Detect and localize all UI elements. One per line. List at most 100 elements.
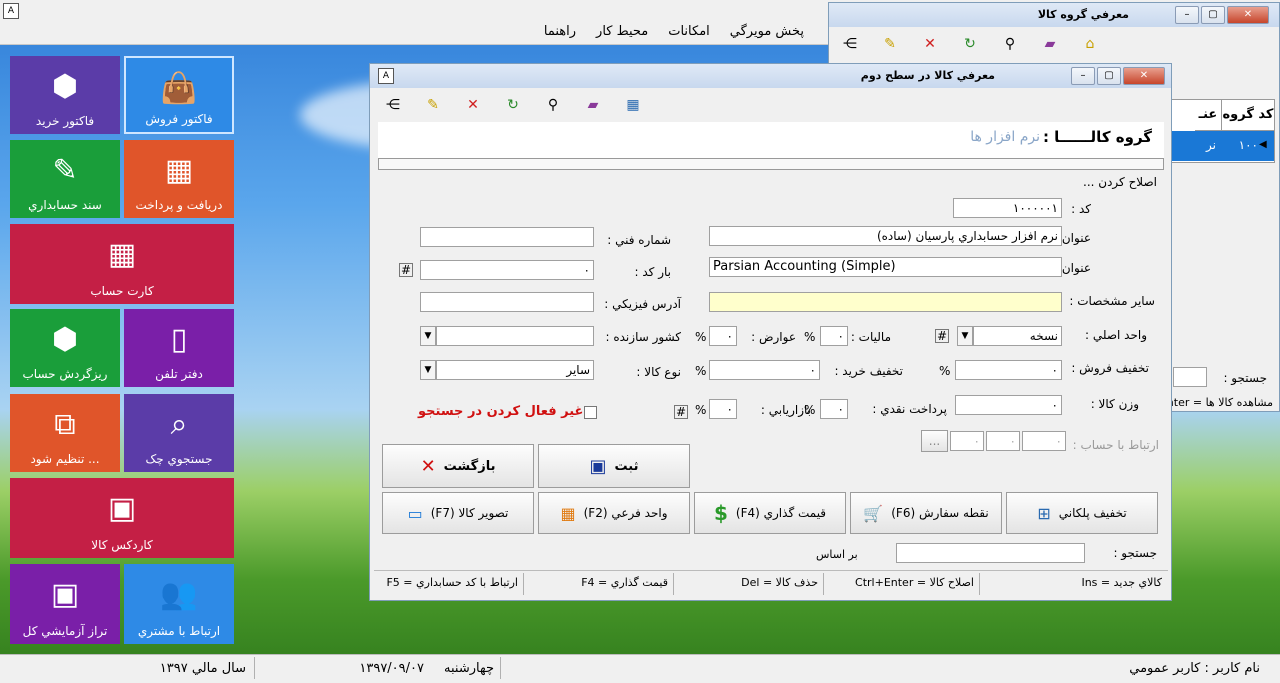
barcode-label: بار کد : bbox=[634, 265, 671, 279]
title-input[interactable]: نرم افزار حسابداري پارسيان (ساده) bbox=[709, 226, 1062, 246]
grid-icon[interactable]: ▦ bbox=[624, 96, 642, 114]
weight-label: وزن کالا : bbox=[1090, 397, 1139, 411]
item-type-select[interactable]: ساير bbox=[436, 360, 594, 380]
menu-item-workspace[interactable]: محيط کار bbox=[596, 24, 648, 39]
close-button[interactable]: ✕ bbox=[1227, 6, 1269, 24]
tile-cheque-search[interactable]: ⌕ جستجوي چک bbox=[124, 394, 234, 472]
tiered-discount-button[interactable]: تخفيف پلکاني ⊞ bbox=[1006, 492, 1158, 534]
folder-icon[interactable]: ⌂ bbox=[1081, 35, 1099, 53]
item-define-window: A معرفي کالا در سطح دوم – ▢ ✕ ⋲ ✎ ✕ ↻ ⚲ … bbox=[369, 63, 1172, 601]
country-select[interactable] bbox=[436, 326, 594, 346]
maximize-button[interactable]: ▢ bbox=[1201, 6, 1225, 24]
tile-purchase-invoice[interactable]: ⬢ فاکتور خريد bbox=[10, 56, 120, 134]
tile-sales-invoice[interactable]: 👜 فاکتور فروش bbox=[124, 56, 234, 134]
edit-document-icon: ✎ bbox=[52, 153, 78, 188]
pencil-icon[interactable]: ✎ bbox=[424, 96, 442, 114]
group-search-input[interactable] bbox=[1173, 367, 1207, 387]
delete-icon[interactable]: ✕ bbox=[464, 96, 482, 114]
group-table: کد گروه عنـ ۱۰۰ نر bbox=[1169, 99, 1275, 163]
maximize-button[interactable]: ▢ bbox=[1097, 67, 1121, 85]
book-icon[interactable]: ▰ bbox=[1041, 35, 1059, 53]
tile-trial-balance[interactable]: ▣ تراز آزمايشي کل bbox=[10, 564, 120, 644]
account-link-input-1[interactable]: ۰ bbox=[1022, 431, 1066, 451]
calculator-icon: ▦ bbox=[164, 153, 194, 188]
disable-search-checkbox[interactable] bbox=[584, 406, 597, 419]
close-button[interactable]: ✕ bbox=[1123, 67, 1165, 85]
status-fiscal-year: سال مالي ۱۳۹۷ bbox=[159, 661, 246, 676]
unit-hash-icon[interactable]: # bbox=[935, 329, 949, 343]
menu-item-help[interactable]: راهنما bbox=[544, 24, 576, 39]
minimize-button[interactable]: – bbox=[1175, 6, 1199, 24]
sales-discount-label: تخفيف فروش : bbox=[1071, 361, 1149, 375]
item-window-titlebar: A معرفي کالا در سطح دوم – ▢ ✕ bbox=[370, 64, 1171, 88]
shopping-cart-icon: 🛒 bbox=[863, 503, 884, 523]
tile-customer-contact[interactable]: 👥 ارتباط با مشتري bbox=[124, 564, 234, 644]
account-link-input-3[interactable]: ۰ bbox=[950, 431, 984, 451]
tax-input[interactable]: ۰ bbox=[820, 326, 848, 346]
status-bar: نام کاربر : کاربر عمومي چهارشنبه ۱۳۹۷/۰۹… bbox=[0, 654, 1280, 683]
pricing-button[interactable]: قيمت گذاري (F4) $ bbox=[694, 492, 846, 534]
account-link-input-2[interactable]: ۰ bbox=[986, 431, 1020, 451]
pencil-icon[interactable]: ✎ bbox=[881, 35, 899, 53]
duties-input[interactable]: ۰ bbox=[709, 326, 737, 346]
barcode-hash-icon[interactable]: # bbox=[399, 263, 413, 277]
refresh-icon[interactable]: ↻ bbox=[961, 35, 979, 53]
sales-discount-input[interactable]: ۰ bbox=[955, 360, 1062, 380]
disable-search-label: غير فعال کردن در جستجو bbox=[418, 404, 584, 419]
group-search-label: جستجو : bbox=[1223, 371, 1267, 385]
item-search-label: جستجو : bbox=[1113, 546, 1157, 560]
weight-input[interactable]: ۰ bbox=[955, 395, 1062, 415]
tile-receipt-payment[interactable]: ▦ دريافت و پرداخت bbox=[124, 140, 234, 218]
marketing-hash-icon[interactable]: # bbox=[674, 405, 688, 419]
binoculars-icon[interactable]: ⚲ bbox=[544, 96, 562, 114]
tile-phonebook[interactable]: ▯ دفتر تلفن bbox=[124, 309, 234, 387]
main-unit-label: واحد اصلي : bbox=[1084, 328, 1147, 342]
item-toolbar: ⋲ ✎ ✕ ↻ ⚲ ▰ ▦ bbox=[384, 96, 642, 114]
tile-item-kardex[interactable]: ▣ کاردکس کالا bbox=[10, 478, 234, 558]
menu-item-features[interactable]: امکانات bbox=[668, 24, 710, 39]
item-image-button[interactable]: تصوير کالا (F7) ▭ bbox=[382, 492, 534, 534]
col-header-title: عنـ bbox=[1195, 100, 1221, 131]
percent-sign: % bbox=[695, 364, 707, 378]
delete-icon[interactable]: ✕ bbox=[921, 35, 939, 53]
book-icon[interactable]: ▰ bbox=[584, 96, 602, 114]
reorder-point-button[interactable]: نقطه سفارش (F6) 🛒 bbox=[850, 492, 1002, 534]
item-search-input[interactable] bbox=[896, 543, 1085, 563]
chevron-down-icon[interactable]: ▼ bbox=[420, 360, 436, 380]
buy-discount-input[interactable]: ۰ bbox=[709, 360, 820, 380]
tile-settle[interactable]: ⧉ تنظيم شود ... bbox=[10, 394, 120, 472]
tile-account-card[interactable]: ▦ کارت حساب bbox=[10, 224, 234, 304]
sub-unit-button[interactable]: واحد فرعي (F2) ▦ bbox=[538, 492, 690, 534]
group-header: گروه کالــــــا : نرم افزار ها bbox=[378, 122, 1164, 158]
chevron-down-icon[interactable]: ▼ bbox=[420, 326, 436, 346]
other-specs-input[interactable] bbox=[709, 292, 1062, 312]
menu-item-distribution[interactable]: پخش مويرگي bbox=[730, 24, 804, 39]
refresh-icon[interactable]: ↻ bbox=[504, 96, 522, 114]
tree-icon[interactable]: ⋲ bbox=[841, 35, 859, 53]
binoculars-icon[interactable]: ⚲ bbox=[1001, 35, 1019, 53]
chevron-down-icon[interactable]: ▼ bbox=[957, 326, 973, 346]
latin-title-input[interactable]: Parsian Accounting (Simple) bbox=[709, 257, 1062, 277]
code-input[interactable]: ۱۰۰۰۰۰۱ bbox=[953, 198, 1062, 218]
table-grid-icon: ▦ bbox=[107, 237, 137, 272]
back-button[interactable]: بازگشت ✕ bbox=[382, 444, 534, 488]
row-pointer-icon: ◀ bbox=[1259, 139, 1267, 150]
account-browse-button[interactable]: ... bbox=[921, 430, 948, 452]
account-link-label: ارتباط با حساب : bbox=[1072, 438, 1159, 452]
app-icon: A bbox=[3, 3, 19, 19]
tile-accounting-doc[interactable]: ✎ سند حسابداري bbox=[10, 140, 120, 218]
cash-pay-input[interactable]: ۰ bbox=[820, 399, 848, 419]
address-input[interactable] bbox=[420, 292, 594, 312]
save-button[interactable]: ثبت ▣ bbox=[538, 444, 690, 488]
tax-label: ماليات : bbox=[850, 330, 891, 344]
minimize-button[interactable]: – bbox=[1071, 67, 1095, 85]
tile-account-turnover[interactable]: ⬢ ريزگردش حساب bbox=[10, 309, 120, 387]
tree-icon[interactable]: ⋲ bbox=[384, 96, 402, 114]
monitor-icon: ▭ bbox=[407, 503, 423, 523]
tech-number-input[interactable] bbox=[420, 227, 594, 247]
barcode-input[interactable]: ۰ bbox=[420, 260, 594, 280]
marketing-input[interactable]: ۰ bbox=[709, 399, 737, 419]
tab-strip[interactable] bbox=[378, 158, 1164, 170]
window-grid-icon: ▦ bbox=[560, 503, 576, 523]
main-unit-select[interactable]: نسخه bbox=[973, 326, 1062, 346]
